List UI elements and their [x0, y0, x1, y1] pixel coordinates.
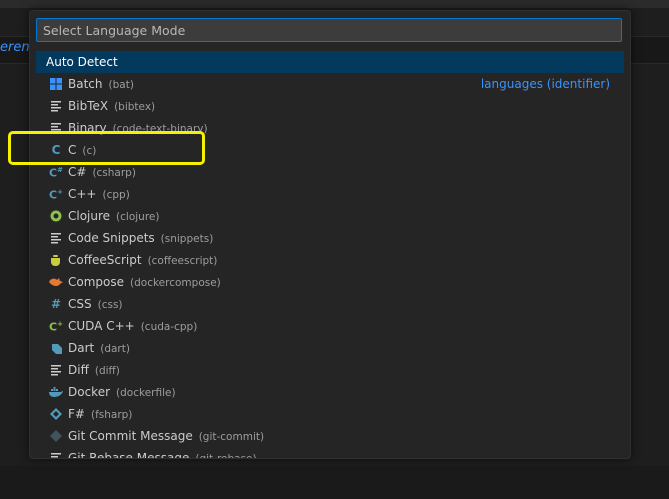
status-area: [0, 466, 669, 499]
lines-icon: [48, 359, 64, 381]
language-name: Diff: [68, 363, 89, 377]
language-identifier: (dockerfile): [116, 387, 176, 399]
editor-text-fragment: eren: [0, 40, 30, 55]
language-item-docker[interactable]: Docker (dockerfile): [36, 381, 624, 403]
language-search-input[interactable]: [36, 18, 622, 42]
language-name: Batch: [68, 77, 103, 91]
language-item-clojure[interactable]: Clojure (clojure): [36, 205, 624, 227]
language-item-bibtex[interactable]: BibTeX (bibtex): [36, 95, 624, 117]
language-identifier: (git-rebase): [195, 453, 257, 459]
language-item-git-commit-message[interactable]: Git Commit Message (git-commit): [36, 425, 624, 447]
auto-detect-item[interactable]: Auto Detect: [36, 51, 624, 73]
language-name: Dart: [68, 341, 95, 355]
language-name: Docker: [68, 385, 111, 399]
language-item-cuda-c[interactable]: C+ CUDA C++ (cuda-cpp): [36, 315, 624, 337]
language-item-coffeescript[interactable]: CoffeeScript (coffeescript): [36, 249, 624, 271]
language-identifier: (clojure): [116, 211, 160, 223]
git-icon: [48, 425, 64, 447]
language-identifier: (bibtex): [114, 101, 156, 113]
clojure-icon: [48, 205, 64, 227]
language-identifier: (fsharp): [90, 409, 133, 421]
language-name: Compose: [68, 275, 125, 289]
coffee-icon: [48, 249, 64, 271]
language-item-compose[interactable]: Compose (dockercompose): [36, 271, 624, 293]
group-label-languages: languages (identifier): [480, 77, 610, 91]
language-identifier: (bat): [108, 79, 134, 91]
cuda-icon: C+: [49, 320, 63, 334]
language-item-c[interactable]: C+ C++ (cpp): [36, 183, 624, 205]
language-name: F#: [68, 407, 85, 421]
language-item-diff[interactable]: Diff (diff): [36, 359, 624, 381]
language-name: Git Rebase Message: [68, 451, 190, 459]
language-identifier: (dart): [100, 343, 130, 355]
highlight-annotation: [8, 131, 205, 165]
title-bar: [0, 0, 669, 8]
language-name: Code Snippets: [68, 231, 155, 245]
cpp-icon: C+: [49, 188, 63, 202]
language-item-git-rebase-message[interactable]: Git Rebase Message (git-rebase): [36, 447, 624, 459]
language-identifier: (diff): [94, 365, 120, 377]
language-name: C++: [68, 187, 97, 201]
fsharp-icon: [48, 403, 64, 425]
language-item-f[interactable]: F# (fsharp): [36, 403, 624, 425]
language-identifier: (cuda-cpp): [140, 321, 198, 333]
language-identifier: (git-commit): [198, 431, 265, 443]
lines-icon: [48, 95, 64, 117]
language-name: CSS: [68, 297, 92, 311]
language-identifier: (css): [97, 299, 123, 311]
language-item-dart[interactable]: Dart (dart): [36, 337, 624, 359]
language-identifier: (snippets): [160, 233, 214, 245]
auto-detect-label: Auto Detect: [46, 55, 118, 69]
lines-icon: [48, 447, 64, 458]
language-mode-quick-pick: Auto Detect Batch (bat) languages (identif…: [29, 10, 631, 459]
language-item-css[interactable]: # CSS (css): [36, 293, 624, 315]
language-name: BibTeX: [68, 99, 109, 113]
lines-icon: [48, 227, 64, 249]
language-identifier: (coffeescript): [147, 255, 218, 267]
language-list[interactable]: Auto Detect Batch (bat) languages (identif…: [36, 51, 624, 459]
language-name: Git Commit Message: [68, 429, 193, 443]
windows-icon: [48, 73, 64, 95]
dart-icon: [48, 337, 64, 359]
language-name: CUDA C++: [68, 319, 135, 333]
compose-icon: [48, 271, 64, 293]
language-identifier: (csharp): [92, 167, 136, 179]
language-identifier: (dockercompose): [130, 277, 221, 289]
docker-icon: [48, 381, 64, 403]
language-identifier: (cpp): [102, 189, 130, 201]
language-item-batch[interactable]: Batch (bat) languages (identifier): [36, 73, 624, 95]
language-item-code-snippets[interactable]: Code Snippets (snippets): [36, 227, 624, 249]
hash-icon: #: [50, 297, 62, 311]
language-name: CoffeeScript: [68, 253, 142, 267]
language-name: Clojure: [68, 209, 111, 223]
language-name: C#: [68, 165, 87, 179]
